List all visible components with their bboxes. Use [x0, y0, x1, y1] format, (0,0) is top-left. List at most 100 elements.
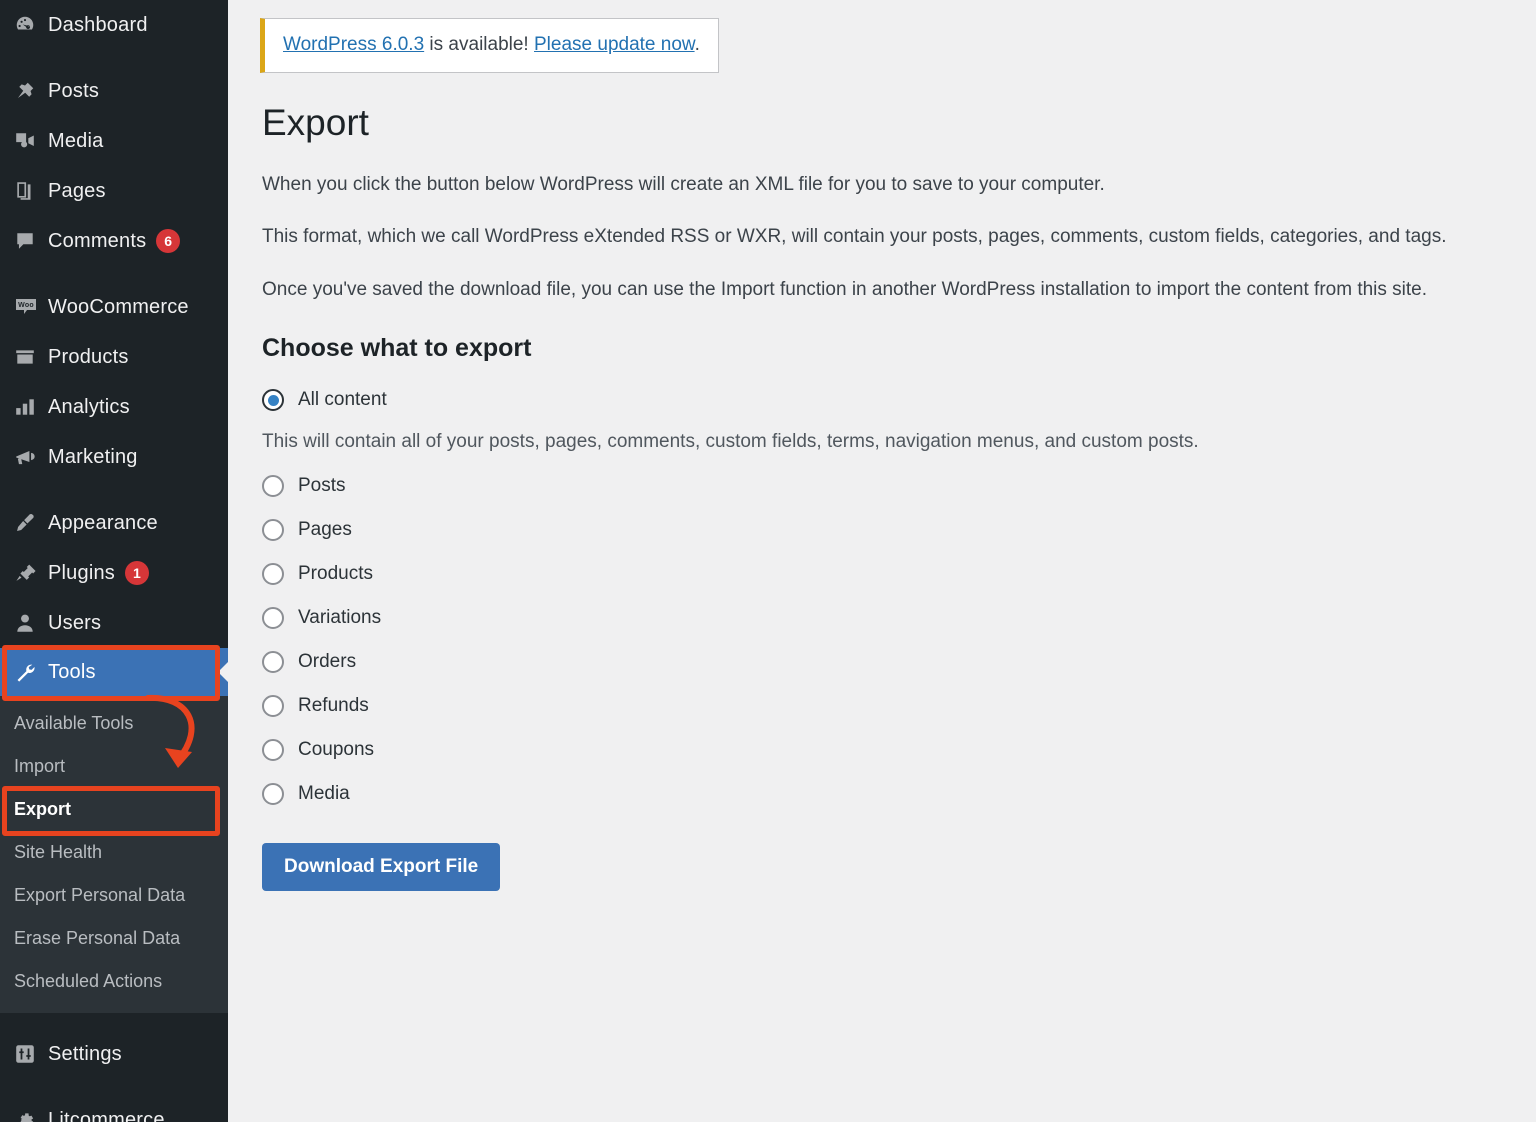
update-notice: WordPress 6.0.3 is available! Please upd… [260, 18, 719, 73]
sidebar-item-litcommerce[interactable]: Litcommerce [0, 1095, 228, 1122]
notice-middle-text: is available! [424, 34, 534, 55]
radio-option-pages[interactable]: Pages [262, 519, 1504, 542]
menu-separator [0, 482, 228, 498]
radio-orders-input[interactable] [262, 651, 284, 674]
settings-icon [14, 1043, 48, 1065]
sidebar-item-users[interactable]: Users [0, 598, 228, 648]
radio-option-all-content[interactable]: All content [262, 389, 1504, 412]
analytics-icon [14, 396, 48, 418]
radio-option-orders[interactable]: Orders [262, 651, 1504, 674]
radio-option-refunds[interactable]: Refunds [262, 695, 1504, 718]
submenu-item-available-tools[interactable]: Available Tools [0, 702, 228, 745]
megaphone-icon [14, 446, 48, 468]
radio-option-variations[interactable]: Variations [262, 607, 1504, 630]
page-title: Export [262, 101, 369, 143]
sidebar-item-plugins[interactable]: Plugins 1 [0, 548, 228, 598]
submenu-item-export-personal-data[interactable]: Export Personal Data [0, 874, 228, 917]
all-content-help-text: This will contain all of your posts, pag… [262, 431, 1199, 453]
sidebar-item-appearance[interactable]: Appearance [0, 498, 228, 548]
sidebar-item-label: Users [48, 611, 102, 634]
sidebar-item-tools[interactable]: Tools [0, 648, 228, 696]
sidebar-item-products[interactable]: Products [0, 332, 228, 382]
sidebar-item-label: Comments [48, 229, 147, 252]
radio-coupons-input[interactable] [262, 739, 284, 762]
dashboard-icon [14, 14, 48, 36]
sidebar-item-woocommerce[interactable]: Woo WooCommerce [0, 282, 228, 332]
menu-separator [0, 1079, 228, 1095]
pages-icon [14, 180, 48, 202]
pin-icon [14, 80, 48, 102]
menu-separator [0, 1013, 228, 1029]
user-icon [14, 612, 48, 634]
sidebar-item-media[interactable]: Media [0, 116, 228, 166]
menu-separator [0, 50, 228, 66]
menu-separator [0, 266, 228, 282]
update-now-link[interactable]: Please update now [534, 34, 695, 55]
radio-option-media[interactable]: Media [262, 783, 1504, 806]
comments-count-badge: 6 [156, 229, 181, 253]
radio-pages-input[interactable] [262, 519, 284, 542]
comment-icon [14, 230, 48, 252]
submenu-item-export[interactable]: Export [0, 788, 228, 831]
tools-submenu: Available Tools Import Export Site Healt… [0, 696, 228, 1013]
radio-all-content-input[interactable] [262, 389, 284, 412]
sidebar-item-comments[interactable]: Comments 6 [0, 216, 228, 266]
sidebar-item-settings[interactable]: Settings [0, 1029, 228, 1079]
gear-icon [14, 1109, 48, 1122]
radio-label: Products [298, 563, 373, 585]
export-description-1: When you click the button below WordPres… [262, 173, 1105, 195]
radio-products-input[interactable] [262, 563, 284, 586]
wordpress-version-link[interactable]: WordPress 6.0.3 [283, 34, 424, 55]
radio-label: Posts [298, 475, 346, 497]
woocommerce-icon: Woo [14, 296, 48, 318]
radio-label: All content [298, 389, 387, 411]
submenu-item-scheduled-actions[interactable]: Scheduled Actions [0, 960, 228, 1003]
sidebar-item-analytics[interactable]: Analytics [0, 382, 228, 432]
sidebar-item-pages[interactable]: Pages [0, 166, 228, 216]
sidebar-item-label: Posts [48, 79, 100, 102]
sidebar-item-label: Media [48, 129, 104, 152]
radio-label: Pages [298, 519, 352, 541]
sidebar-item-label: WooCommerce [48, 295, 189, 318]
radio-media-input[interactable] [262, 783, 284, 806]
wrench-icon [14, 661, 48, 683]
sidebar-item-label: Products [48, 345, 129, 368]
sidebar-item-label: Tools [48, 660, 96, 683]
active-menu-pointer-icon [218, 661, 228, 683]
radio-option-products[interactable]: Products [262, 563, 1504, 586]
sidebar-item-label: Litcommerce [48, 1108, 165, 1122]
sidebar-item-label: Appearance [48, 511, 158, 534]
radio-label: Orders [298, 651, 357, 673]
radio-label: Variations [298, 607, 382, 629]
radio-label: Coupons [298, 739, 375, 761]
admin-sidebar: Dashboard Posts Media Pages Comments 6 W [0, 0, 228, 1122]
sidebar-item-dashboard[interactable]: Dashboard [0, 0, 228, 50]
radio-label: Refunds [298, 695, 369, 717]
choose-what-to-export-heading: Choose what to export [262, 334, 532, 363]
submenu-item-erase-personal-data[interactable]: Erase Personal Data [0, 917, 228, 960]
sidebar-item-label: Pages [48, 179, 106, 202]
sidebar-item-label: Plugins [48, 561, 115, 584]
notice-trailing-text: . [694, 34, 700, 55]
export-description-2: This format, which we call WordPress eXt… [262, 226, 1447, 248]
paintbrush-icon [14, 512, 48, 534]
radio-option-posts[interactable]: Posts [262, 475, 1504, 498]
radio-refunds-input[interactable] [262, 695, 284, 718]
radio-variations-input[interactable] [262, 607, 284, 630]
radio-option-coupons[interactable]: Coupons [262, 739, 1504, 762]
sidebar-item-marketing[interactable]: Marketing [0, 432, 228, 482]
download-export-file-button[interactable]: Download Export File [262, 843, 501, 892]
svg-text:Woo: Woo [18, 302, 34, 309]
sidebar-item-label: Settings [48, 1042, 122, 1065]
plug-icon [14, 562, 48, 584]
radio-posts-input[interactable] [262, 475, 284, 498]
sidebar-item-label: Marketing [48, 445, 138, 468]
sidebar-item-posts[interactable]: Posts [0, 66, 228, 116]
sidebar-item-label: Dashboard [48, 13, 148, 36]
submenu-item-import[interactable]: Import [0, 745, 228, 788]
main-content: WordPress 6.0.3 is available! Please upd… [228, 0, 1536, 1122]
media-icon [14, 130, 48, 152]
sidebar-item-label: Analytics [48, 395, 130, 418]
submenu-item-site-health[interactable]: Site Health [0, 831, 228, 874]
export-description-3: Once you've saved the download file, you… [262, 278, 1428, 300]
